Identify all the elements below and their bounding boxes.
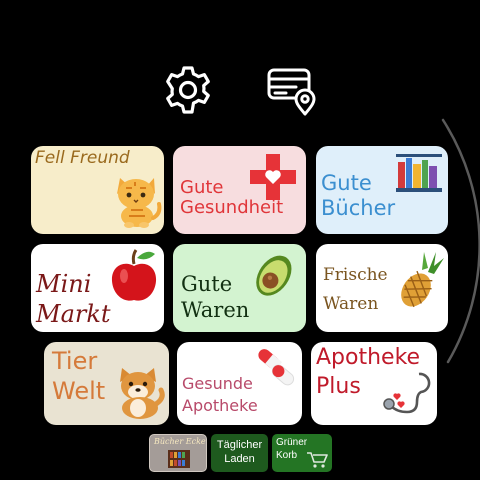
dock-item-buecher-ecke[interactable]: Bücher Ecke bbox=[149, 434, 207, 472]
settings-button[interactable] bbox=[160, 62, 216, 118]
books-icon bbox=[396, 154, 442, 192]
tile-label: Gesunde Apotheke bbox=[182, 374, 258, 415]
kitten-icon bbox=[117, 178, 162, 228]
dock-label: Täglicher Laden bbox=[216, 439, 263, 466]
red-cross-heart-icon bbox=[250, 154, 296, 200]
tile-label: Tier Welt bbox=[52, 347, 106, 405]
dock-label: Grüner Korb bbox=[276, 437, 308, 461]
apple-icon bbox=[111, 249, 157, 301]
tile-gute-buecher[interactable]: Gute Bücher bbox=[316, 146, 448, 234]
dock-item-gruener-korb[interactable]: Grüner Korb bbox=[272, 434, 332, 472]
dock-item-taeglicher-laden[interactable]: Täglicher Laden bbox=[211, 434, 268, 472]
tile-gesunde-apotheke[interactable]: Gesunde Apotheke bbox=[177, 342, 302, 425]
bookshelf-icon bbox=[168, 450, 190, 468]
gear-icon bbox=[166, 66, 210, 114]
tile-apotheke-plus[interactable]: Apotheke Plus bbox=[311, 342, 437, 425]
stethoscope-icon bbox=[383, 372, 431, 414]
tile-label: Fell Freund bbox=[35, 148, 130, 168]
tile-mini-markt[interactable]: Mini Markt bbox=[31, 244, 164, 332]
tile-label: Gute Waren bbox=[181, 272, 250, 323]
tile-label: Frische Waren bbox=[323, 265, 388, 314]
tile-gute-waren[interactable]: Gute Waren bbox=[173, 244, 306, 332]
tile-gute-gesundheit[interactable]: Gute Gesundheit bbox=[173, 146, 306, 234]
card-location-icon bbox=[267, 68, 316, 116]
tile-tier-welt[interactable]: Tier Welt bbox=[44, 342, 169, 425]
pills-icon bbox=[258, 349, 295, 386]
pineapple-icon bbox=[401, 252, 444, 308]
dock-label: Bücher Ecke bbox=[154, 437, 206, 446]
store-locator-button[interactable] bbox=[264, 62, 320, 118]
shiba-dog-icon bbox=[120, 368, 165, 419]
tile-fell-freund[interactable]: Fell Freund bbox=[31, 146, 164, 234]
tile-label: Gute Bücher bbox=[321, 171, 396, 221]
tile-frische-waren[interactable]: Frische Waren bbox=[316, 244, 448, 332]
tile-label: Mini Markt bbox=[36, 270, 111, 328]
cart-icon bbox=[307, 452, 328, 468]
avocado-icon bbox=[256, 255, 292, 296]
